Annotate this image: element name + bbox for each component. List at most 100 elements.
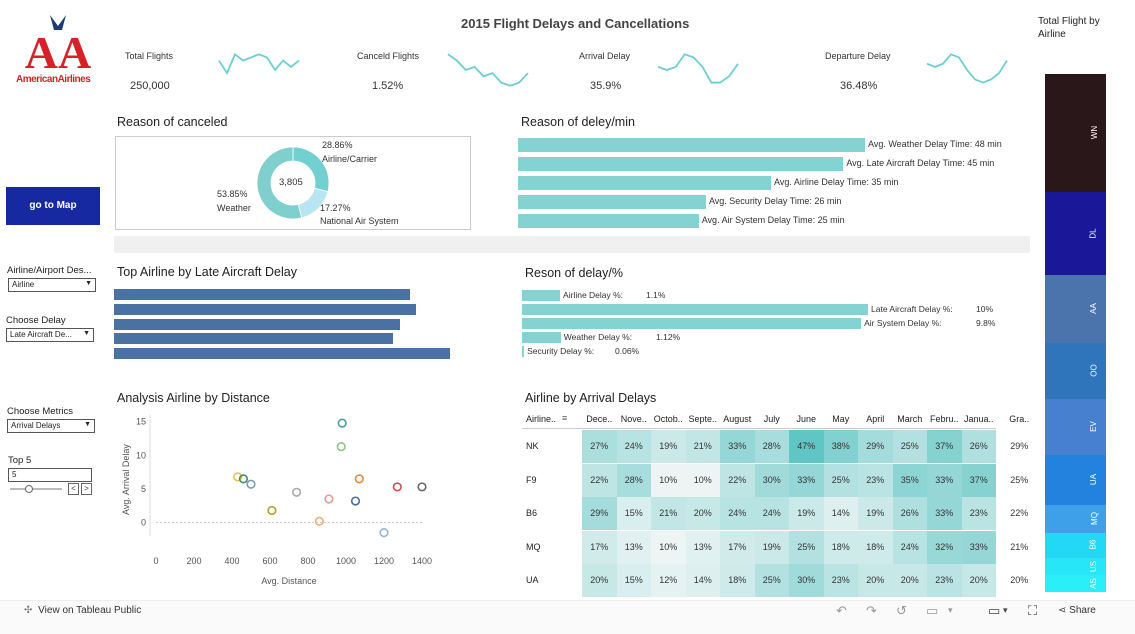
scatter-point[interactable] — [314, 516, 324, 526]
heatmap-column-header[interactable]: June — [789, 410, 824, 428]
top5-slider[interactable] — [10, 488, 62, 490]
late-aircraft-bar[interactable] — [114, 333, 393, 345]
heatmap-column-header[interactable]: April — [858, 410, 893, 428]
fullscreen-icon[interactable]: ⛶ — [1028, 603, 1037, 619]
airline-segment-ev[interactable]: EV — [1045, 399, 1106, 455]
airline-segment-as[interactable]: AS — [1045, 575, 1106, 592]
heatmap-cell[interactable]: 14% — [685, 564, 720, 597]
delay-pct-bar[interactable] — [522, 318, 862, 329]
heatmap-cell[interactable]: 26% — [892, 497, 927, 530]
airline-airport-select[interactable]: Airline ▼ — [8, 278, 96, 292]
heatmap-cell[interactable]: 21% — [685, 430, 720, 463]
heatmap-cell[interactable]: 19% — [858, 497, 893, 530]
delay-min-bar[interactable] — [518, 138, 865, 152]
scatter-point[interactable] — [354, 474, 364, 484]
airline-segment-b6[interactable]: B6 — [1045, 533, 1106, 558]
heatmap-cell[interactable]: 17% — [582, 530, 617, 564]
late-aircraft-bar[interactable] — [114, 318, 400, 330]
scatter-point[interactable] — [292, 487, 302, 497]
heatmap-cell[interactable]: 27% — [582, 430, 617, 463]
heatmap-cell[interactable]: 15% — [616, 497, 651, 530]
heatmap-column-header[interactable]: May — [824, 410, 859, 428]
heatmap-cell[interactable]: 28% — [754, 430, 789, 463]
late-aircraft-bar[interactable] — [114, 303, 417, 315]
heatmap-cell[interactable]: 24% — [892, 530, 927, 564]
heatmap-cell[interactable]: 18% — [720, 564, 755, 597]
heatmap-cell[interactable]: 28% — [616, 463, 651, 497]
delay-min-bar[interactable] — [518, 214, 699, 228]
heatmap-cell[interactable]: 10% — [651, 463, 686, 497]
heatmap-cell[interactable]: 22% — [1002, 497, 1037, 530]
scatter-point[interactable] — [267, 505, 277, 516]
delay-pct-bar[interactable] — [522, 304, 868, 315]
airline-segment-wn[interactable]: WN — [1045, 74, 1106, 193]
choose-metrics-select[interactable]: Arrival Delays ▼ — [7, 419, 95, 433]
heatmap-cell[interactable]: 26% — [961, 430, 996, 463]
heatmap-column-header[interactable]: Septe.. — [686, 410, 721, 428]
choose-delay-select[interactable]: Late Aircraft De... ▼ — [6, 328, 94, 342]
heatmap-cell[interactable]: 23% — [961, 497, 996, 530]
heatmap-cell[interactable]: 33% — [927, 497, 962, 530]
heatmap-table[interactable]: Airline.. ≡ Dece.. Nove.. Octob.. Septe.. Augu… — [522, 410, 1037, 597]
airline-stacked-bar[interactable]: WN DL AA OO EV UA MQ B6 US AS — [1045, 74, 1106, 592]
heatmap-cell[interactable]: 10% — [685, 463, 720, 497]
heatmap-cell[interactable]: 19% — [651, 430, 686, 463]
delay-pct-bar[interactable] — [522, 346, 525, 357]
heatmap-cell[interactable]: 23% — [823, 564, 858, 597]
revert-icon[interactable]: ↺ — [896, 603, 907, 619]
heatmap-cell[interactable]: 19% — [754, 530, 789, 564]
heatmap-cell[interactable]: 20% — [582, 564, 617, 597]
heatmap-cell[interactable]: 19% — [789, 497, 824, 530]
heatmap-cell[interactable]: 25% — [789, 530, 824, 564]
scatter-point[interactable] — [350, 496, 361, 506]
heatmap-cell[interactable]: 21% — [651, 497, 686, 530]
top5-slider-handle[interactable] — [25, 485, 33, 493]
heatmap-cell[interactable]: 24% — [720, 497, 755, 530]
heatmap-cell[interactable]: 25% — [823, 463, 858, 497]
airline-segment-oo[interactable]: OO — [1045, 343, 1106, 400]
heatmap-column-header[interactable]: Janua.. — [962, 410, 997, 428]
heatmap-cell[interactable]: 37% — [961, 463, 996, 497]
heatmap-cell[interactable]: 22% — [720, 463, 755, 497]
heatmap-cell[interactable]: 33% — [927, 463, 962, 497]
scatter-point[interactable] — [379, 528, 389, 538]
sort-icon[interactable]: ≡ — [562, 413, 567, 423]
heatmap-cell[interactable]: 29% — [858, 430, 893, 463]
delay-pct-bar[interactable] — [522, 332, 561, 343]
heatmap-cell[interactable]: 18% — [858, 530, 893, 564]
airline-segment-mq[interactable]: MQ — [1045, 505, 1106, 534]
heatmap-cell[interactable]: 13% — [616, 530, 651, 564]
share-button[interactable]: ⋖ Share — [1058, 605, 1096, 616]
airline-segment-us[interactable]: US — [1045, 557, 1106, 576]
heatmap-column-header[interactable]: Octob.. — [651, 410, 686, 428]
scatter-point[interactable] — [324, 494, 334, 504]
heatmap-cell[interactable]: 18% — [823, 530, 858, 564]
heatmap-cell[interactable]: 15% — [616, 564, 651, 597]
heatmap-column-header[interactable]: August — [720, 410, 755, 428]
heatmap-column-header[interactable]: March — [893, 410, 928, 428]
heatmap-cell[interactable]: 17% — [720, 530, 755, 564]
heatmap-corner[interactable]: Airline.. — [522, 410, 582, 428]
heatmap-cell[interactable]: 33% — [961, 530, 996, 564]
heatmap-cell[interactable]: 47% — [789, 430, 824, 463]
heatmap-cell[interactable]: 20% — [858, 564, 893, 597]
heatmap-cell[interactable]: 33% — [720, 430, 755, 463]
top5-prev-button[interactable]: < — [68, 483, 79, 495]
redo-icon[interactable]: ↷ — [866, 603, 877, 619]
heatmap-cell[interactable]: 14% — [823, 497, 858, 530]
heatmap-cell[interactable]: 35% — [892, 463, 927, 497]
airline-segment-aa[interactable]: AA — [1045, 274, 1106, 344]
heatmap-cell[interactable]: 29% — [1002, 430, 1037, 463]
heatmap-cell[interactable]: 23% — [927, 564, 962, 597]
heatmap-cell[interactable]: 20% — [685, 497, 720, 530]
heatmap-cell[interactable]: 22% — [582, 463, 617, 497]
heatmap-cell[interactable]: 24% — [754, 497, 789, 530]
heatmap-cell[interactable]: 33% — [789, 463, 824, 497]
late-aircraft-bar[interactable] — [114, 348, 450, 360]
heatmap-cell[interactable]: 25% — [892, 430, 927, 463]
device-layout-icon[interactable]: ▭ — [988, 603, 1000, 619]
pause-icon[interactable]: ▭ — [926, 603, 938, 619]
heatmap-cell[interactable]: 30% — [789, 564, 824, 597]
heatmap-cell[interactable]: 32% — [927, 530, 962, 564]
delay-min-bar[interactable] — [518, 176, 772, 190]
